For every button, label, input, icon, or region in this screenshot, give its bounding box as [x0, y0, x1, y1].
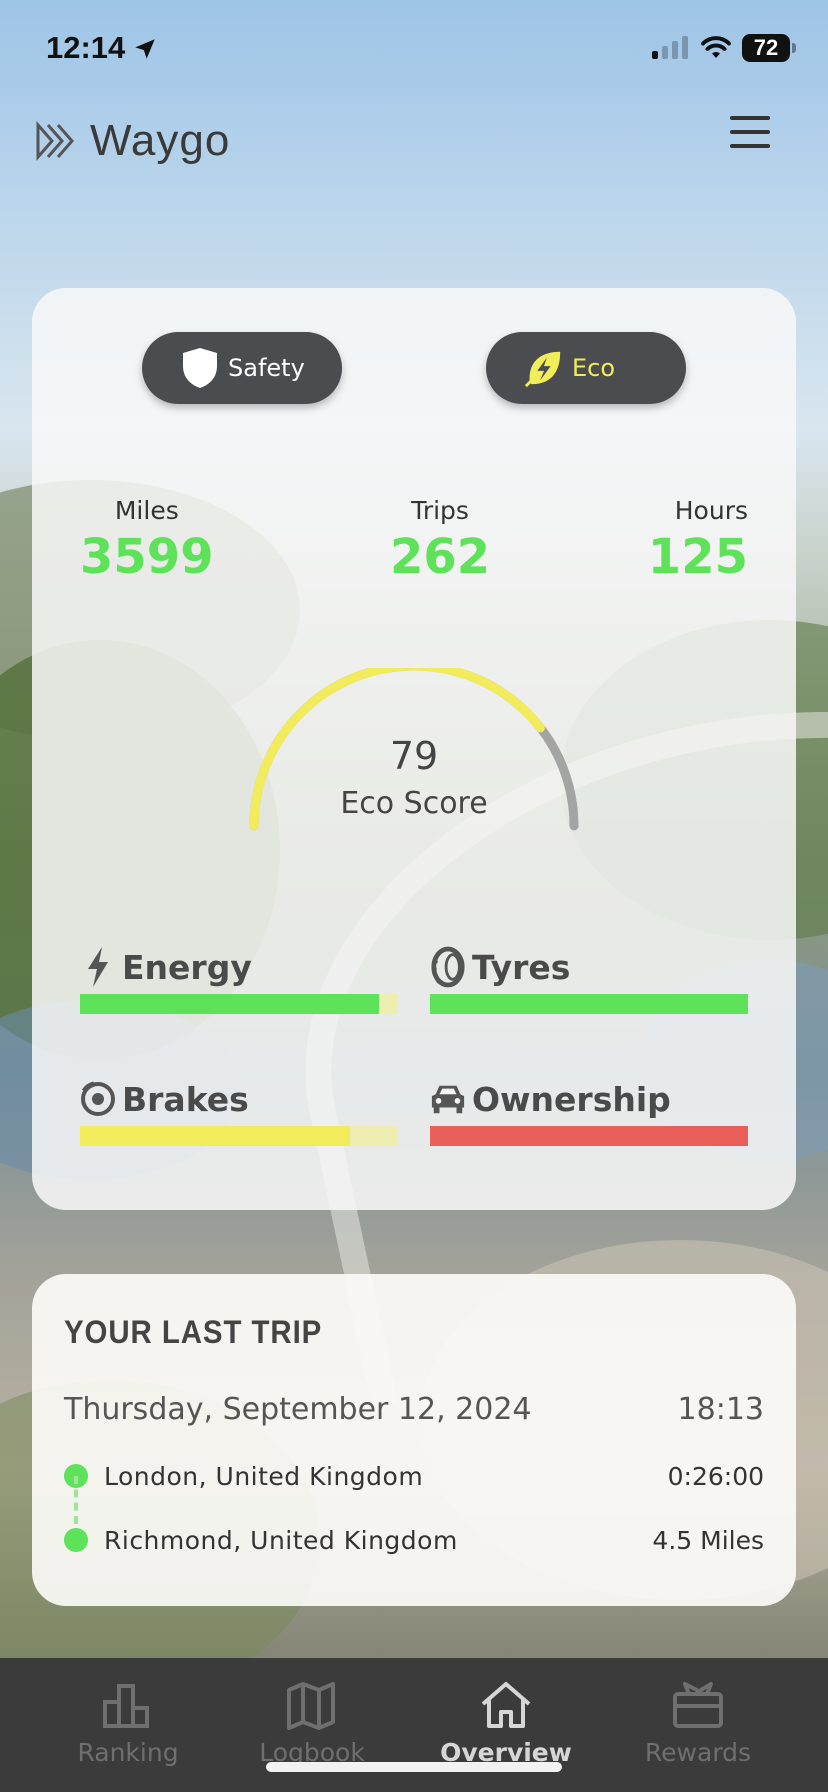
battery-nub	[792, 43, 796, 53]
stat-trips-label: Trips	[411, 496, 469, 525]
leaf-bolt-icon	[524, 346, 564, 390]
stat-miles: Miles 3599	[80, 496, 214, 585]
metric-ownership-label: Ownership	[472, 1079, 671, 1119]
metric-tyres-label: Tyres	[472, 947, 571, 987]
trip-date: Thursday, September 12, 2024	[64, 1392, 532, 1427]
map-icon	[287, 1682, 335, 1730]
eco-label: Eco	[572, 354, 616, 382]
tab-rewards[interactable]: Rewards	[608, 1680, 788, 1780]
metric-brakes-label: Brakes	[122, 1079, 249, 1119]
metric-energy-bar	[80, 994, 379, 1014]
eco-score-label: Eco Score	[340, 786, 488, 821]
score-card: Safety Eco Miles 3599 Trips 262 Hours 12…	[32, 288, 796, 1210]
brake-disc-icon	[80, 1077, 116, 1121]
status-bar: 12:14 72	[0, 0, 828, 100]
app-name: Waygo	[90, 116, 231, 165]
battery-level: 72	[753, 35, 779, 60]
shield-icon	[180, 346, 220, 390]
tab-rewards-label: Rewards	[644, 1738, 752, 1767]
stats-row: Miles 3599 Trips 262 Hours 125	[32, 496, 796, 596]
last-trip-card[interactable]: YOUR LAST TRIP Thursday, September 12, 2…	[32, 1274, 796, 1606]
metric-energy-label: Energy	[122, 947, 252, 987]
metric-energy[interactable]: Energy	[80, 942, 400, 1014]
location-arrow-icon	[135, 39, 155, 59]
app-logo: Waygo	[36, 116, 230, 166]
app-header: Waygo	[0, 100, 828, 190]
metric-brakes[interactable]: Brakes	[80, 1074, 400, 1146]
stat-hours: Hours 125	[648, 496, 748, 585]
stat-hours-label: Hours	[674, 496, 748, 525]
stat-hours-value: 125	[647, 529, 748, 585]
tab-ranking-label: Ranking	[77, 1738, 179, 1767]
bar-chart-icon	[103, 1684, 149, 1728]
gift-icon	[673, 1682, 723, 1728]
eco-toggle-button[interactable]: Eco	[486, 332, 686, 404]
metric-ownership[interactable]: Ownership	[430, 1074, 750, 1146]
stat-trips-value: 262	[390, 529, 491, 585]
hamburger-menu-icon[interactable]	[730, 116, 770, 148]
eco-score-gauge: 79 Eco Score	[242, 661, 586, 858]
car-icon	[430, 1077, 466, 1121]
clock: 12:14	[46, 30, 126, 65]
metric-energy-track	[80, 994, 398, 1014]
metric-brakes-bar	[80, 1126, 351, 1146]
metric-brakes-track	[80, 1126, 398, 1146]
eco-score-value: 79	[389, 734, 439, 778]
metric-tyres[interactable]: Tyres	[430, 942, 750, 1014]
trip-distance: 4.5 Miles	[652, 1526, 764, 1555]
home-icon	[481, 1682, 531, 1728]
tyre-icon	[430, 945, 466, 989]
trip-time: 18:13	[677, 1392, 764, 1427]
stat-miles-value: 3599	[80, 529, 214, 585]
metric-ownership-track	[430, 1126, 748, 1146]
route-connector	[74, 1476, 78, 1524]
lightning-icon	[80, 945, 116, 989]
metric-tyres-track	[430, 994, 748, 1014]
tab-ranking[interactable]: Ranking	[38, 1680, 218, 1780]
wifi-icon	[701, 36, 731, 58]
battery-indicator: 72	[742, 34, 790, 62]
last-trip-title: YOUR LAST TRIP	[64, 1314, 323, 1350]
safety-label: Safety	[228, 354, 305, 382]
trip-duration: 0:26:00	[667, 1462, 764, 1491]
safety-toggle-button[interactable]: Safety	[142, 332, 342, 404]
metric-tyres-bar	[430, 994, 748, 1014]
stat-trips: Trips 262	[390, 496, 490, 585]
stat-miles-label: Miles	[114, 496, 179, 525]
metric-ownership-bar	[430, 1126, 748, 1146]
home-indicator	[266, 1762, 562, 1772]
cellular-signal-icon	[652, 36, 688, 59]
trip-origin: London, United Kingdom	[104, 1462, 424, 1491]
trip-destination: Richmond, United Kingdom	[104, 1526, 458, 1555]
destination-dot	[64, 1528, 88, 1552]
chevrons-logo-icon	[36, 121, 74, 161]
